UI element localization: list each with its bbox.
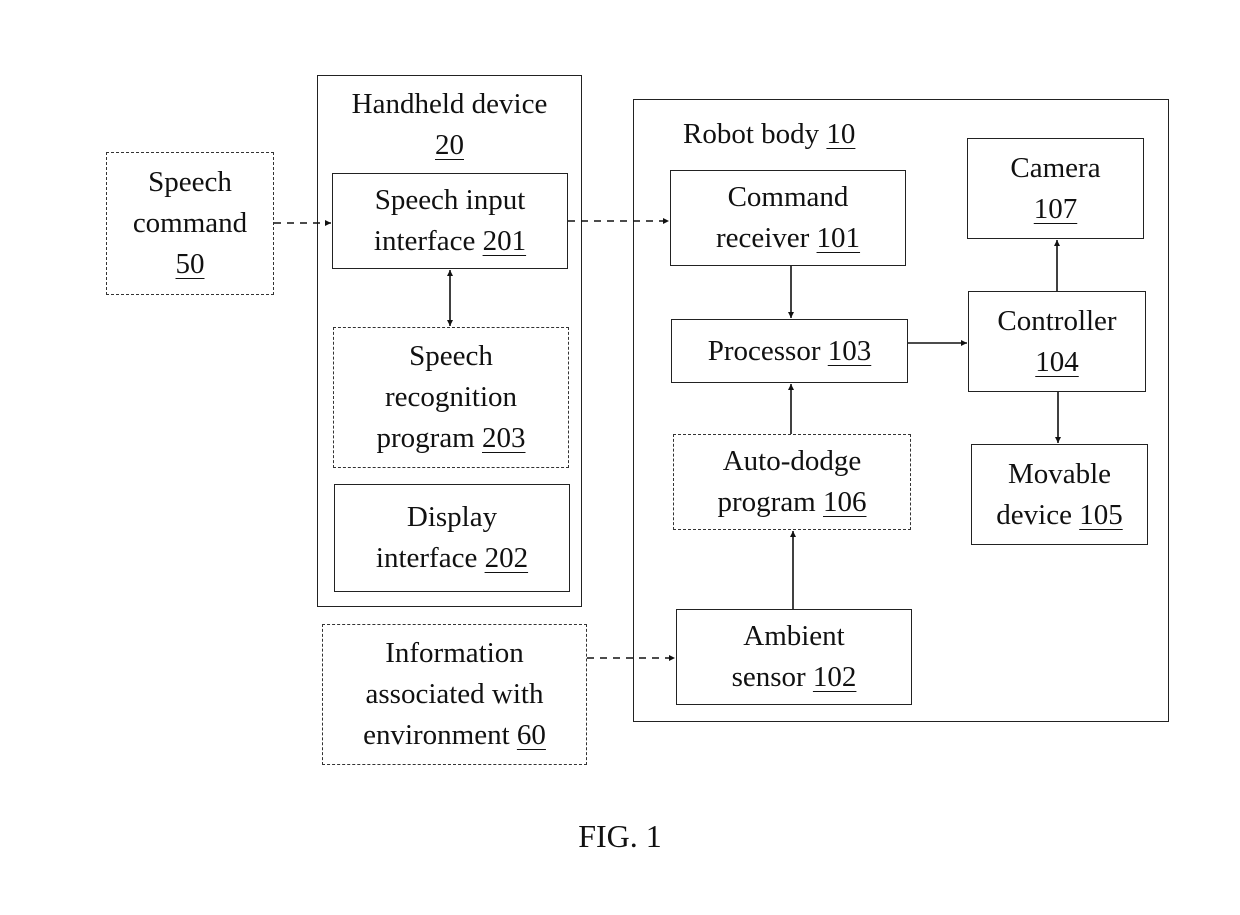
block-label-line: associated with <box>365 678 544 710</box>
block-ref: 101 <box>816 222 861 254</box>
movable-device-block: Movable device 105 <box>971 444 1148 545</box>
block-label-text: receiver <box>715 222 810 254</box>
speech-recognition-program-block: Speech recognition program 203 <box>333 327 569 468</box>
block-label-line: program 203 <box>377 418 526 459</box>
block-ref: 203 <box>482 422 526 454</box>
block-label-line: interface 201 <box>374 221 526 262</box>
speech-input-interface-block: Speech input interface 201 <box>332 173 568 269</box>
block-label-line: Speech <box>148 166 232 198</box>
block-label-line: Command <box>727 181 849 213</box>
block-label-line: Movable <box>1007 457 1112 490</box>
camera-block: Camera 107 <box>967 138 1144 239</box>
display-interface-block: Display interface 202 <box>334 484 570 592</box>
environment-information-block: Information associated with environment … <box>322 624 587 765</box>
block-label-line: sensor 102 <box>732 657 857 698</box>
block-ref: 104 <box>1035 345 1079 378</box>
block-label-line: Speech input <box>374 184 526 216</box>
robot-body-title-text: Robot body <box>683 118 820 150</box>
block-label-line: Information <box>385 637 524 669</box>
handheld-device-title: Handheld device 20 <box>317 84 582 166</box>
figure-caption: FIG. 1 <box>578 818 662 854</box>
block-ref: 102 <box>812 661 857 693</box>
block-ref: 103 <box>827 334 872 367</box>
block-ref: 60 <box>516 719 546 751</box>
block-label-text: program <box>376 422 475 454</box>
block-label-text: environment <box>363 719 510 751</box>
handheld-device-ref: 20 <box>435 129 464 161</box>
block-label-text: sensor <box>731 661 806 693</box>
block-label-line: program 106 <box>718 482 867 523</box>
block-label-line: device 105 <box>996 495 1122 536</box>
block-label-line: receiver 101 <box>716 218 860 259</box>
ambient-sensor-block: Ambient sensor 102 <box>676 609 912 705</box>
auto-dodge-program-block: Auto-dodge program 106 <box>673 434 911 530</box>
block-label-line: Ambient <box>743 620 845 652</box>
block-ref: 201 <box>482 225 527 257</box>
command-receiver-block: Command receiver 101 <box>670 170 906 266</box>
block-label-line: Display <box>406 501 498 533</box>
block-label-text: interface <box>373 225 476 257</box>
block-label-line: environment 60 <box>363 715 546 756</box>
block-label-line: Auto-dodge <box>722 445 862 477</box>
block-label-line: Camera <box>1010 151 1101 184</box>
block-label-text: Processor <box>707 334 821 367</box>
block-ref: 50 <box>175 248 205 280</box>
block-label-text: interface <box>375 542 478 574</box>
block-label-line: command <box>132 207 248 239</box>
block-ref: 107 <box>1033 192 1078 225</box>
handheld-device-title-text: Handheld device <box>351 88 548 120</box>
block-label-line: Controller <box>997 304 1117 337</box>
processor-block: Processor 103 <box>671 319 908 383</box>
block-label-line: interface 202 <box>376 538 528 579</box>
block-label-text: device <box>996 498 1072 531</box>
robot-body-ref: 10 <box>826 118 856 150</box>
block-label-text: program <box>717 486 816 518</box>
robot-body-title: Robot body 10 <box>683 114 855 155</box>
block-ref: 106 <box>823 486 867 518</box>
block-label-line: recognition <box>384 381 518 413</box>
block-label-line: Processor 103 <box>708 331 872 372</box>
speech-command-block: Speech command 50 <box>106 152 274 295</box>
controller-block: Controller 104 <box>968 291 1146 392</box>
block-ref: 202 <box>484 542 529 574</box>
block-ref: 105 <box>1079 498 1123 531</box>
block-label-line: Speech <box>409 340 493 372</box>
